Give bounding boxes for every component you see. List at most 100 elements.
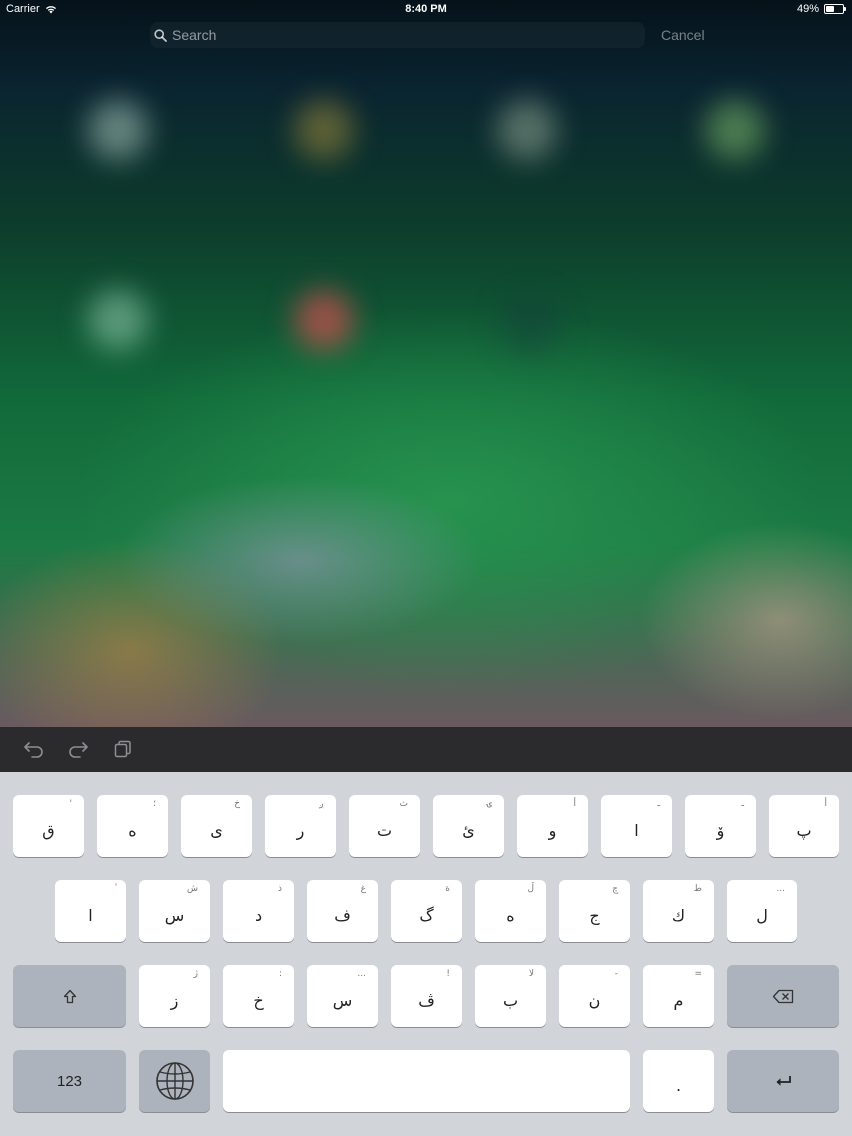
blurred-app-icon (500, 295, 560, 355)
key[interactable]: ږر (265, 795, 336, 857)
key-label: ن (588, 990, 601, 1010)
key[interactable]: أپ (769, 795, 839, 857)
key-label: ك (671, 905, 686, 925)
key-hint: ' (69, 799, 72, 809)
key[interactable]: ـا (601, 795, 672, 857)
key-hint: ۍ (486, 799, 492, 809)
key[interactable]: :خ (223, 965, 294, 1027)
key-label: ڤ (418, 990, 435, 1010)
key-label: ئ (462, 820, 475, 840)
key-label: پ (796, 820, 812, 840)
key[interactable]: -ن (559, 965, 630, 1027)
key-label: و (548, 820, 557, 840)
key-label: ر (296, 820, 305, 840)
key-hint: ـ (741, 799, 744, 809)
key-hint: ! (446, 969, 450, 979)
key-hint: ڵ (527, 884, 534, 894)
key[interactable]: ةگ (391, 880, 462, 942)
blurred-app-icon (705, 100, 765, 160)
key-label: د (254, 905, 263, 925)
key-hint: ش (187, 884, 198, 894)
key-label: گ (419, 905, 434, 925)
key-hint: ة (445, 884, 450, 894)
search-icon (154, 28, 167, 42)
key-label: ه (506, 905, 515, 925)
key-label: ت (376, 820, 393, 840)
key[interactable]: شس (139, 880, 210, 942)
paste-icon[interactable] (114, 740, 132, 758)
battery-fill (826, 6, 834, 12)
space-key[interactable] (223, 1050, 630, 1112)
status-bar: Carrier 8:40 PM 49% (0, 0, 852, 18)
search-field[interactable] (150, 22, 645, 48)
blurred-wallpaper (0, 0, 852, 727)
key-label: ب (502, 990, 519, 1010)
key-label: س (164, 905, 185, 925)
key-hint: ... (776, 884, 785, 894)
globe-key[interactable] (139, 1050, 210, 1112)
key-label: ى (210, 820, 223, 840)
key-hint: خ (234, 799, 240, 809)
return-icon (776, 1076, 791, 1086)
battery-icon (824, 4, 846, 14)
battery-percent: 49% (796, 3, 819, 15)
key-hint: چ (612, 884, 618, 894)
key[interactable]: أو (517, 795, 588, 857)
blurred-app-icon (294, 100, 354, 160)
undo-icon[interactable] (24, 740, 44, 758)
key-label: س (332, 990, 353, 1010)
key[interactable]: ... ل (727, 880, 797, 942)
numbers-key[interactable]: 123 (13, 1050, 126, 1112)
key[interactable]: ' ق (13, 795, 84, 857)
key[interactable]: ثت (349, 795, 420, 857)
key-label: ه (128, 820, 137, 840)
key-label: ز (170, 990, 179, 1010)
key-hint: = (694, 969, 702, 979)
key[interactable]: چج (559, 880, 630, 942)
shift-icon (63, 989, 76, 1003)
cancel-button[interactable]: Cancel (661, 27, 705, 43)
key-hint: غ (360, 884, 366, 894)
blurred-app-icon (88, 290, 148, 350)
key-hint: ږ (319, 799, 324, 809)
key-hint: ذ (277, 884, 282, 894)
key-label: ف (334, 905, 351, 925)
return-key[interactable] (727, 1050, 839, 1112)
key[interactable]: ذد (223, 880, 294, 942)
key[interactable]: = م (643, 965, 714, 1027)
blurred-app-icon (88, 100, 148, 160)
backspace-icon (772, 989, 794, 1003)
key-label: م (673, 990, 684, 1010)
key-label: ج (589, 905, 600, 925)
period-key[interactable]: . (643, 1050, 714, 1112)
key[interactable]: ژز (139, 965, 210, 1027)
shift-key[interactable] (13, 965, 126, 1027)
key-hint: : (278, 969, 282, 979)
search-input[interactable] (172, 27, 572, 43)
key-hint: أ (573, 799, 576, 809)
key-label: خ (253, 990, 264, 1010)
key-hint: ژ (193, 969, 198, 979)
key[interactable]: ... س (307, 965, 378, 1027)
key[interactable]: ٔا (55, 880, 126, 942)
key[interactable]: ـۆ (685, 795, 756, 857)
key-label: ل (756, 905, 768, 925)
blurred-app-icon (497, 100, 557, 160)
blurred-app-icon (294, 290, 354, 350)
period-key-label: . (675, 1075, 682, 1095)
key[interactable]: ! ڤ (391, 965, 462, 1027)
delete-key[interactable] (727, 965, 839, 1027)
numbers-key-label: 123 (56, 1072, 83, 1090)
key-label: ۆ (716, 820, 725, 840)
key-hint: ... (357, 969, 366, 979)
key[interactable]: ۍئ (433, 795, 504, 857)
key[interactable]: ؛ ه (97, 795, 168, 857)
key[interactable]: ڵه (475, 880, 546, 942)
key-label: ا (634, 820, 639, 840)
redo-icon[interactable] (68, 740, 88, 758)
key[interactable]: غف (307, 880, 378, 942)
key[interactable]: طك (643, 880, 714, 942)
search-row: Cancel (150, 22, 710, 48)
key[interactable]: لا ب (475, 965, 546, 1027)
key[interactable]: خى (181, 795, 252, 857)
